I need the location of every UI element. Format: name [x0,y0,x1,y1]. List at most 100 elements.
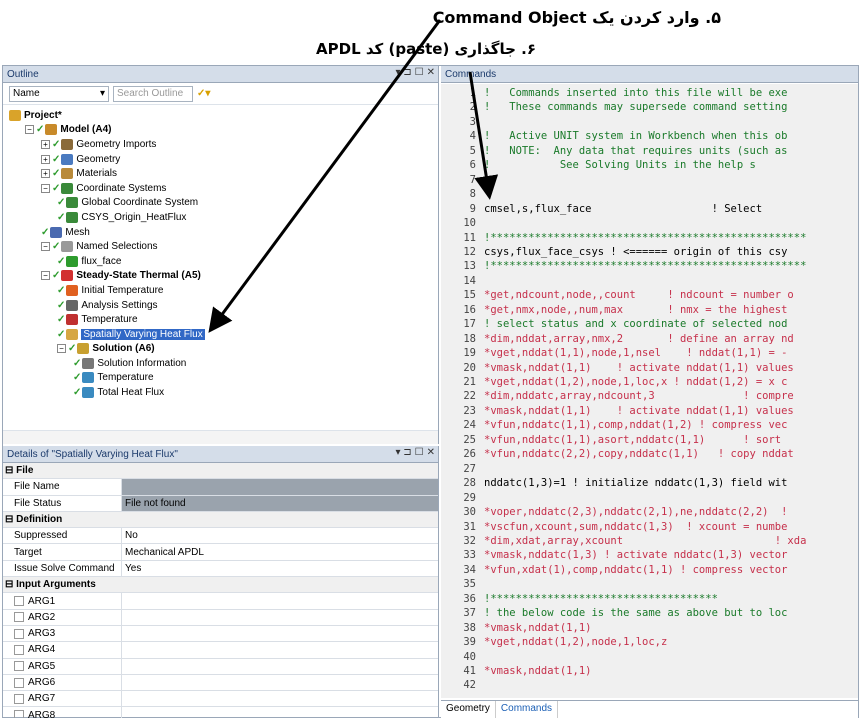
details-row[interactable]: File Name [3,479,438,496]
chevron-down-icon: ▾ [99,88,105,99]
status-check-icon: ✓ [68,343,77,355]
maximize-icon[interactable]: ☐ [415,67,424,78]
code-line: ! Active UNIT system in Workbench when t… [484,130,788,143]
checkbox[interactable] [14,710,24,718]
tree-node[interactable]: ✓ Total Heat Flux [3,385,438,400]
horizontal-scrollbar[interactable] [3,430,438,444]
expand-toggle-icon[interactable]: − [41,183,50,193]
details-section-header[interactable]: ⊟ Definition [3,511,438,529]
expand-toggle-icon[interactable]: − [41,271,50,281]
details-value[interactable] [122,659,438,674]
coordinate-system-icon [66,211,79,223]
expand-toggle-icon[interactable]: − [57,344,66,354]
close-icon[interactable]: ✕ [427,447,435,458]
details-value[interactable] [122,610,438,625]
annotation-step6: ۶. جاگذاری (paste) کد APDL [316,40,536,58]
tree-node[interactable]: ✓ Global Coordinate System [3,196,438,211]
checkbox[interactable] [14,661,24,672]
details-row[interactable]: ARG7 [3,691,438,708]
checkbox[interactable] [14,644,24,655]
details-value[interactable]: Yes [122,561,438,576]
details-value[interactable]: File not found [122,495,438,511]
pin-icon[interactable]: ▾ ⊐ [395,447,411,458]
details-value[interactable] [122,479,438,495]
details-row[interactable]: ARG3 [3,625,438,643]
status-check-icon: ✓ [36,124,45,136]
tab-geometry[interactable]: Geometry [441,701,496,718]
details-grid: ⊟ File File Name File Status File not found… [3,463,438,718]
details-row[interactable]: ARG4 [3,642,438,659]
tree-node[interactable]: − ✓ Coordinate Systems [3,181,438,196]
code-line: !***************************************… [484,260,807,273]
expand-toggle-icon[interactable]: + [41,154,50,164]
line-number: 9 [469,202,476,215]
details-value[interactable] [122,593,438,608]
tree-node[interactable]: − ✓ Steady-State Thermal (A5) [3,269,438,284]
details-row[interactable]: ARG8 [3,707,438,718]
tree-node[interactable]: − ✓ Named Selections [3,239,438,254]
tree-node-label: Total Heat Flux [97,387,165,399]
details-row[interactable]: File Status File not found [3,495,438,512]
tree-node[interactable]: + ✓ Geometry Imports [3,137,438,152]
tree-node[interactable]: ✓ Initial Temperature [3,283,438,298]
status-check-icon: ✓ [57,284,66,296]
tree-node[interactable]: + ✓ Materials [3,166,438,181]
line-number: 22 [463,390,476,403]
tree-node[interactable]: ✓ Solution Information [3,356,438,371]
details-value[interactable] [122,626,438,641]
details-row[interactable]: ARG2 [3,609,438,626]
tree-node[interactable]: ✓ Temperature [3,312,438,327]
details-row[interactable]: Target Mechanical APDL [3,544,438,561]
details-row[interactable]: Suppressed No [3,528,438,545]
outline-title: Outline [7,68,39,80]
checkbox[interactable] [14,596,24,607]
checkbox[interactable] [14,612,24,623]
checkbox[interactable] [14,677,24,688]
tree-node[interactable]: ✓ Spatially Varying Heat Flux [3,327,438,342]
details-row[interactable]: ARG6 [3,674,438,692]
code-editor[interactable]: 1 ! Commands inserted into this file will… [441,84,858,698]
expand-toggle-icon[interactable]: − [25,125,34,135]
expand-toggle-icon[interactable]: + [41,139,50,149]
details-section-header[interactable]: ⊟ File [3,463,438,480]
tree-node[interactable]: − ✓ Solution (A6) [3,342,438,357]
line-number: 25 [463,433,476,446]
name-filter-combo[interactable]: Name ▾ [9,85,109,102]
code-line: *vget,nddat(1,2),node,1,loc,x ! nddat(1,… [484,376,788,388]
details-section-header[interactable]: ⊟ Input Arguments [3,577,438,594]
line-number: 26 [463,448,476,461]
tree-node[interactable]: ✓ Mesh [3,225,438,240]
maximize-icon[interactable]: ☐ [415,447,424,458]
checkbox[interactable] [14,693,24,704]
tree-node[interactable]: ✓ CSYS_Origin_HeatFlux [3,210,438,225]
details-value[interactable] [122,707,438,718]
details-value[interactable]: Mechanical APDL [122,544,438,559]
tree-node[interactable]: ✓ Analysis Settings [3,298,438,313]
expand-toggle-icon[interactable]: + [41,169,50,179]
checkbox[interactable] [14,628,24,639]
search-outline-input[interactable]: Search Outline [113,85,193,102]
code-line: ! These commands may supersede command s… [484,101,788,114]
tab-commands[interactable]: Commands [496,701,559,718]
details-row[interactable]: ARG1 [3,593,438,610]
tree-node[interactable]: Project* [3,108,438,123]
line-number: 35 [463,578,476,591]
pin-icon[interactable]: ▾ ⊐ [395,67,411,78]
details-value[interactable] [122,691,438,706]
details-value[interactable]: No [122,528,438,543]
command-object-icon [66,328,79,340]
expand-toggle-icon[interactable]: − [41,242,50,252]
close-icon[interactable]: ✕ [427,67,435,78]
filter-check-icon[interactable]: ✓▾ [197,88,210,99]
code-line: *vmask,nddat(1,1) ! activate nddat(1,1) … [484,361,794,374]
tree-node[interactable]: − ✓ Model (A4) [3,123,438,138]
tree-node[interactable]: ✓ flux_face [3,254,438,269]
details-row[interactable]: Issue Solve Command Yes [3,560,438,578]
tree-node[interactable]: ✓ Temperature [3,371,438,386]
details-value[interactable] [122,642,438,657]
code-line: *vmask,nddatc(1,3) ! activate nddatc(1,3… [484,549,788,562]
details-row[interactable]: ARG5 [3,658,438,675]
tree-node[interactable]: + ✓ Geometry [3,152,438,167]
tree-node-label: Geometry Imports [76,138,157,150]
details-value[interactable] [122,675,438,690]
